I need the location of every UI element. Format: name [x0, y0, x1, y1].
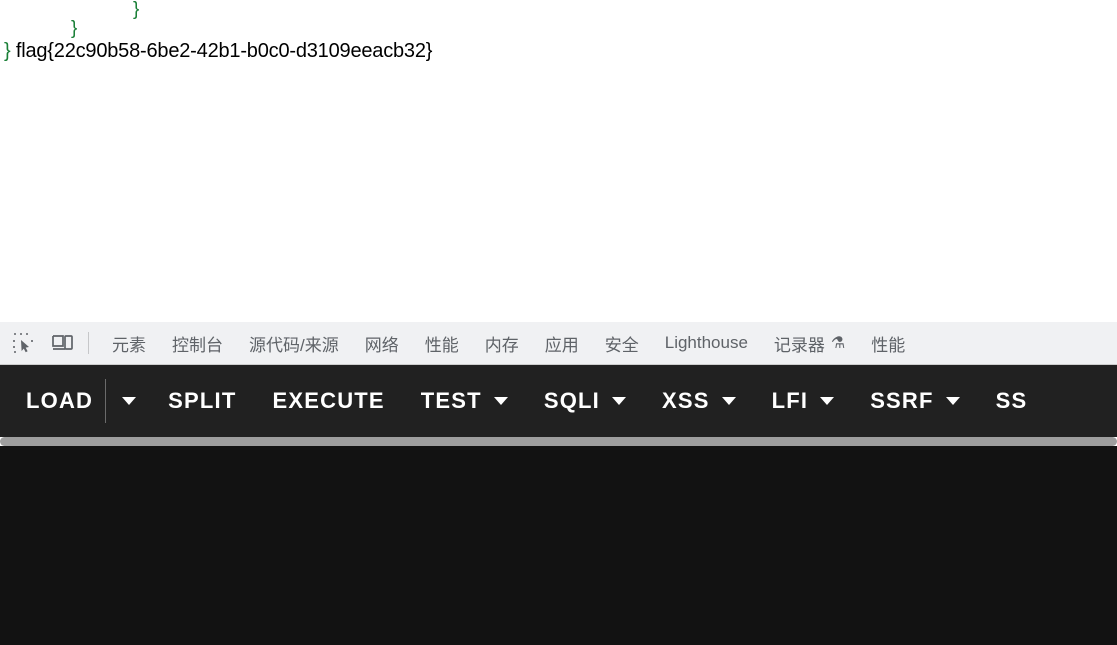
xss-button-label: XSS [661, 388, 710, 413]
toolbar-divider [88, 332, 89, 354]
toolbar-divider [105, 379, 107, 423]
load-dropdown-button[interactable] [108, 379, 150, 423]
load-button-label: LOAD [26, 388, 94, 413]
xss-menu-button[interactable]: XSS [644, 379, 754, 423]
tab-memory[interactable]: 内存 [472, 322, 532, 364]
tab-label: 性能 [871, 335, 906, 355]
json-closing-brace: } [71, 18, 78, 39]
json-closing-brace: } [133, 0, 140, 20]
tab-label: 记录器 [773, 335, 825, 355]
tab-lighthouse[interactable]: Lighthouse [652, 322, 761, 364]
tab-application[interactable]: 应用 [532, 322, 592, 364]
device-toolbar-icon[interactable] [46, 329, 80, 357]
inspect-element-icon[interactable] [6, 329, 40, 357]
flag-output-line: } flag{22c90b58-6be2-42b1-b0c0-d3109eeac… [4, 39, 432, 63]
tab-label: 内存 [484, 335, 519, 355]
chevron-down-icon [945, 397, 960, 405]
tab-performance-insights[interactable]: 性能 [858, 322, 918, 364]
split-button-label: SPLIT [168, 388, 237, 413]
devtools-tab-bar: 元素 控制台 源代码/来源 网络 性能 内存 应用 安全 Lighthouse … [0, 322, 1117, 365]
test-button-label: TEST [420, 388, 482, 413]
tab-label: Lighthouse [664, 333, 748, 352]
tab-network[interactable]: 网络 [352, 322, 412, 364]
chevron-down-icon [611, 397, 626, 405]
tab-label: 元素 [112, 335, 146, 355]
flag-text: flag{22c90b58-6be2-42b1-b0c0-d3109eeacb3… [15, 40, 433, 62]
execute-button[interactable]: EXECUTE [254, 379, 402, 423]
tab-security[interactable]: 安全 [592, 322, 652, 364]
flask-icon: ⚗ [830, 335, 846, 352]
tab-label: 安全 [604, 335, 639, 355]
test-menu-button[interactable]: TEST [403, 379, 526, 423]
tab-console[interactable]: 控制台 [159, 322, 236, 364]
split-button[interactable]: SPLIT [150, 379, 254, 423]
sqli-button-label: SQLI [543, 388, 600, 413]
chevron-down-icon [721, 397, 736, 405]
execute-button-label: EXECUTE [272, 388, 385, 413]
ssrf-menu-button[interactable]: SSRF [852, 379, 977, 423]
tab-label: 源代码/来源 [249, 335, 339, 355]
tab-label: 网络 [364, 335, 399, 355]
ssrf-button-label: SSRF [870, 388, 934, 413]
hackbar-toolbar: LOAD SPLIT EXECUTE TEST SQLI XSS LFI SSR… [0, 365, 1117, 437]
page-response-region: } } } flag{22c90b58-6be2-42b1-b0c0-d3109… [0, 0, 1117, 322]
tab-label: 性能 [424, 335, 459, 355]
tab-recorder[interactable]: 记录器 ⚗ [761, 322, 858, 364]
lfi-button-label: LFI [771, 388, 809, 413]
tab-performance[interactable]: 性能 [412, 322, 472, 364]
tab-label: 应用 [544, 335, 579, 355]
chevron-down-icon [493, 397, 508, 405]
sqli-menu-button[interactable]: SQLI [526, 379, 644, 423]
ssti-menu-button[interactable]: SS [978, 379, 1046, 423]
chevron-down-icon [122, 397, 137, 405]
tab-label: 控制台 [172, 335, 223, 355]
tab-sources[interactable]: 源代码/来源 [236, 322, 352, 364]
hackbar-form-panel: Use POST method enctype application/x-ww… [0, 446, 1117, 645]
lfi-menu-button[interactable]: LFI [754, 379, 853, 423]
horizontal-scrollbar[interactable] [0, 437, 1117, 446]
load-button[interactable]: LOAD [26, 379, 103, 423]
tab-elements[interactable]: 元素 [99, 322, 159, 364]
ssti-button-label: SS [995, 388, 1028, 413]
chevron-down-icon [820, 397, 835, 405]
